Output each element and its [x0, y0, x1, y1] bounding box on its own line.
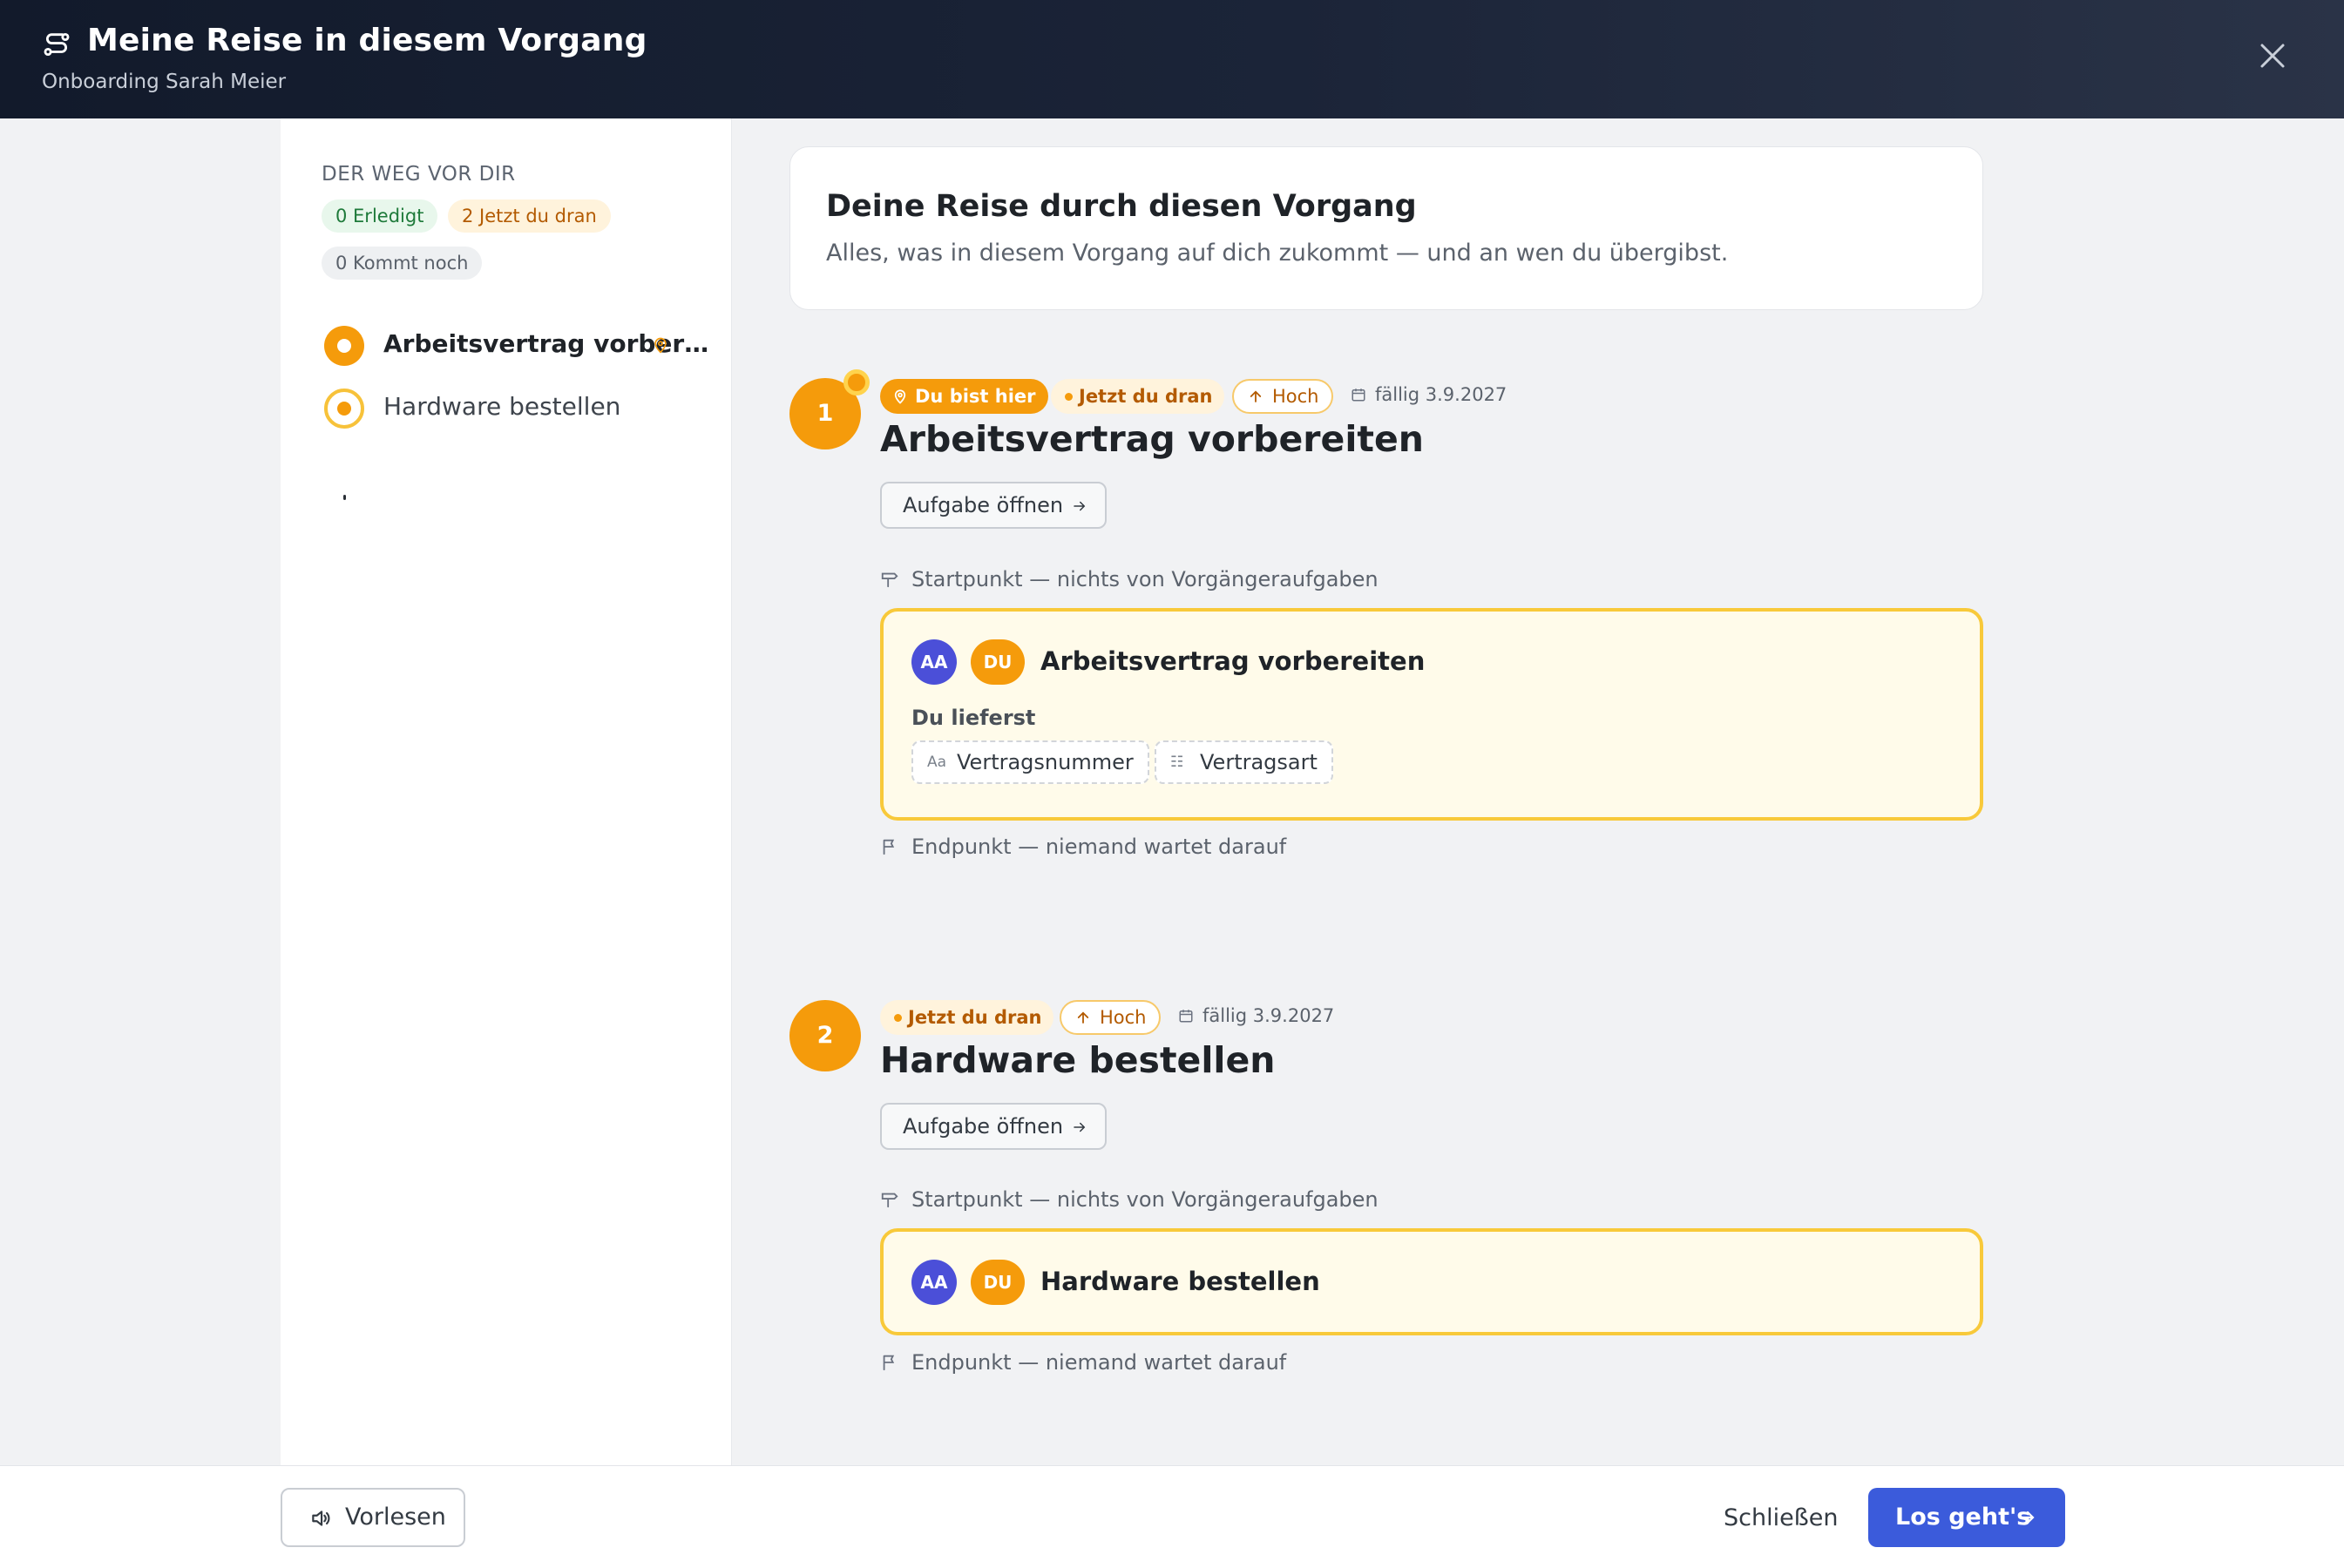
close-icon[interactable] [2257, 40, 2288, 71]
signpost-icon [881, 572, 898, 588]
map-pin-icon [654, 337, 667, 354]
arrow-right-icon [1074, 501, 1086, 511]
arrow-up-icon [1077, 1011, 1089, 1024]
end-point-label: Endpunkt — niemand wartet darauf [911, 835, 1287, 859]
end-point-note: Endpunkt — niemand wartet darauf [880, 835, 1286, 859]
calendar-icon [1352, 389, 1365, 402]
due-date-label: fällig 3.9.2027 [1202, 1005, 1335, 1026]
journey-sidebar: DER WEG VOR DIR 0 Erledigt 2 Jetzt du dr… [281, 118, 732, 1465]
open-task-button[interactable]: Aufgabe öffnen [880, 482, 1107, 529]
start-point-label: Startpunkt — nichts von Vorgängeraufgabe… [911, 1187, 1379, 1212]
field-chip-vertragsart: ☷ Vertragsart [1155, 740, 1333, 784]
avatar: AA [911, 1260, 957, 1305]
start-point-label: Startpunkt — nichts von Vorgängeraufgabe… [911, 567, 1379, 591]
open-task-label: Aufgabe öffnen [903, 1114, 1064, 1139]
deliverables-label: Du lieferst [911, 706, 1036, 730]
sidebar-item-arbeitsvertrag[interactable]: Arbeitsvertrag vorber… [324, 324, 708, 368]
route-icon [44, 32, 70, 57]
task-title: Arbeitsvertrag vorbereiten [880, 418, 1424, 460]
calendar-icon [1179, 1010, 1193, 1023]
arrow-right-icon [2018, 1511, 2035, 1524]
stat-now-pill: 2 Jetzt du dran [448, 199, 611, 233]
due-date: fällig 3.9.2027 [1351, 384, 1507, 405]
stat-done-pill: 0 Erledigt [322, 199, 438, 233]
avatar-du: DU [971, 639, 1025, 685]
sidebar-item-label: Hardware bestellen [383, 392, 621, 421]
lets-go-button[interactable]: Los geht's [1868, 1488, 2065, 1547]
task-card-name: Hardware bestellen [1040, 1267, 1320, 1296]
signpost-icon [881, 1193, 898, 1208]
field-chip-label: Vertragsnummer [957, 750, 1134, 774]
flag-icon [883, 839, 895, 855]
avatar-du: DU [971, 1260, 1025, 1305]
current-step-dot [324, 326, 364, 366]
priority-badge: Hoch [1060, 1000, 1161, 1035]
flag-icon [883, 1355, 895, 1371]
open-task-button[interactable]: Aufgabe öffnen [880, 1103, 1107, 1150]
modal-footer: Vorlesen Schließen Los geht's [0, 1465, 2344, 1568]
task-title: Hardware bestellen [880, 1039, 1276, 1081]
sidebar-section-title: DER WEG VOR DIR [322, 163, 516, 186]
task-card-name: Arbeitsvertrag vorbereiten [1040, 646, 1426, 676]
lets-go-label: Los geht's [1895, 1504, 2031, 1531]
modal-subtitle: Onboarding Sarah Meier [42, 71, 287, 93]
intro-text: Alles, was in diesem Vorgang auf dich zu… [826, 240, 1729, 267]
field-chip-vertragsnummer: Aa Vertragsnummer [911, 740, 1149, 784]
end-point-note: Endpunkt — niemand wartet darauf [880, 1350, 1286, 1375]
priority-label: Hoch [1272, 386, 1319, 407]
speaker-icon [312, 1511, 330, 1526]
due-date: fällig 3.9.2027 [1178, 1005, 1334, 1026]
read-aloud-label: Vorlesen [345, 1504, 446, 1531]
stat-later-pill: 0 Kommt noch [322, 247, 483, 280]
due-date-label: fällig 3.9.2027 [1375, 384, 1507, 405]
you-are-here-label: Du bist hier [915, 386, 1036, 407]
step-connector [343, 495, 346, 500]
status-badge: Jetzt du dran [1051, 379, 1225, 414]
you-are-here-badge: Du bist hier [880, 379, 1048, 414]
list-field-icon: ☷ [1170, 754, 1184, 771]
step-number-2: 2 [789, 1000, 861, 1071]
arrow-right-icon [1074, 1122, 1086, 1132]
you-are-here-indicator [843, 369, 870, 395]
open-task-label: Aufgabe öffnen [903, 493, 1064, 517]
priority-badge: Hoch [1232, 379, 1333, 414]
task-card: AA DU Arbeitsvertrag vorbereiten Du lief… [880, 608, 1983, 821]
upcoming-step-dot [324, 389, 364, 429]
status-badge: Jetzt du dran [880, 1000, 1054, 1035]
text-field-icon: Aa [927, 754, 947, 771]
task-card: AA DU Hardware bestellen [880, 1228, 1983, 1335]
modal-header: Meine Reise in diesem Vorgang Onboarding… [0, 0, 2344, 118]
read-aloud-button[interactable]: Vorlesen [281, 1488, 465, 1547]
start-point-note: Startpunkt — nichts von Vorgängeraufgabe… [880, 567, 1379, 591]
modal-title: Meine Reise in diesem Vorgang [87, 23, 647, 58]
start-point-note: Startpunkt — nichts von Vorgängeraufgabe… [880, 1187, 1379, 1212]
end-point-label: Endpunkt — niemand wartet darauf [911, 1350, 1287, 1375]
intro-card: Deine Reise durch diesen Vorgang Alles, … [789, 146, 1983, 310]
sidebar-item-hardware[interactable]: Hardware bestellen [324, 387, 708, 430]
priority-label: Hoch [1100, 1007, 1147, 1028]
intro-heading: Deine Reise durch diesen Vorgang [826, 189, 1417, 224]
field-chip-label: Vertragsart [1200, 750, 1318, 774]
close-button[interactable]: Schließen [1724, 1504, 1838, 1531]
arrow-up-icon [1250, 390, 1262, 402]
map-pin-icon [894, 389, 906, 404]
avatar: AA [911, 639, 957, 685]
